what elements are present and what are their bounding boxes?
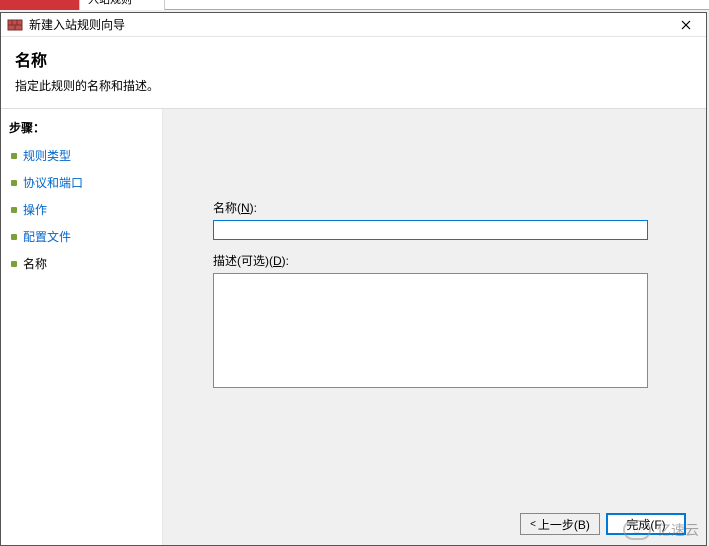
step-label: 名称 [23, 255, 47, 272]
step-label: 配置文件 [23, 228, 71, 245]
step-protocol-ports[interactable]: 协议和端口 [1, 169, 162, 196]
step-label: 协议和端口 [23, 174, 83, 191]
bullet-icon [11, 207, 17, 213]
bg-tab-inbound: 入站规则 [80, 0, 165, 10]
step-profile[interactable]: 配置文件 [1, 223, 162, 250]
name-label: 名称(N): [213, 199, 676, 216]
name-field: 名称(N): [213, 199, 676, 240]
page-subtitle: 指定此规则的名称和描述。 [15, 77, 692, 94]
wizard-body: 步骤： 规则类型 协议和端口 操作 配置文件 名称 [1, 109, 706, 545]
finish-button[interactable]: 完成(F) [606, 513, 686, 535]
firewall-icon [7, 17, 23, 33]
window-title: 新建入站规则向导 [29, 16, 672, 33]
titlebar: 新建入站规则向导 [1, 13, 706, 37]
step-label: 规则类型 [23, 147, 71, 164]
step-action[interactable]: 操作 [1, 196, 162, 223]
main-panel: 名称(N): 描述(可选)(D): < 上一步(B) 完成(F) [163, 109, 706, 545]
description-label: 描述(可选)(D): [213, 252, 676, 269]
finish-button-label: 完成(F) [626, 516, 665, 533]
page-title: 名称 [15, 47, 692, 71]
steps-sidebar: 步骤： 规则类型 协议和端口 操作 配置文件 名称 [1, 109, 163, 545]
bullet-icon [11, 153, 17, 159]
bg-tab-active [0, 0, 80, 10]
step-name[interactable]: 名称 [1, 250, 162, 277]
name-input[interactable] [213, 220, 648, 240]
wizard-window: 新建入站规则向导 名称 指定此规则的名称和描述。 步骤： 规则类型 协议和端口 [0, 12, 707, 546]
close-button[interactable] [672, 15, 700, 35]
step-rule-type[interactable]: 规则类型 [1, 142, 162, 169]
back-button-label: 上一步(B) [538, 516, 590, 533]
chevron-left-icon: < [530, 519, 536, 530]
wizard-footer: < 上一步(B) 完成(F) [520, 513, 686, 535]
bullet-icon [11, 180, 17, 186]
close-icon [681, 20, 691, 30]
bullet-icon [11, 234, 17, 240]
wizard-header: 名称 指定此规则的名称和描述。 [1, 37, 706, 109]
background-tabs: 入站规则 [0, 0, 709, 10]
description-field: 描述(可选)(D): [213, 252, 676, 391]
back-button[interactable]: < 上一步(B) [520, 513, 600, 535]
step-label: 操作 [23, 201, 47, 218]
description-textarea[interactable] [213, 273, 648, 388]
bullet-icon [11, 261, 17, 267]
steps-heading: 步骤： [1, 115, 162, 142]
